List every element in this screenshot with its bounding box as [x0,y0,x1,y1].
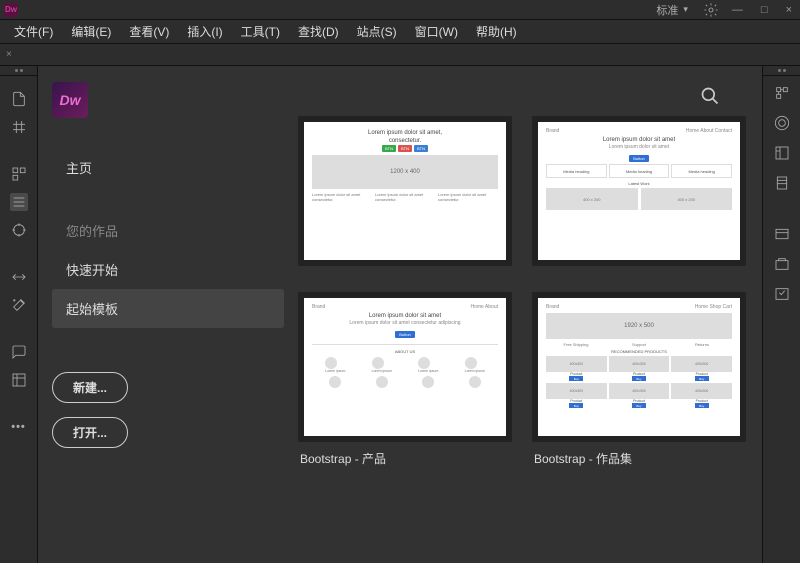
search-icon[interactable] [700,86,720,106]
new-button[interactable]: 新建... [52,372,128,403]
nav-home[interactable]: 主页 [52,148,298,187]
menu-file[interactable]: 文件(F) [6,21,61,42]
start-screen: Dw 主页 您的作品 快速开始 起始模板 新建... 打开... [38,66,762,563]
template-thumbnail: Lorem ipsum dolor sit amet, consectetur.… [298,116,512,266]
swap-icon[interactable] [10,268,28,286]
open-button[interactable]: 打开... [52,417,128,448]
thumb-text: Product [671,372,732,376]
behaviors-icon[interactable] [773,285,791,303]
thumb-text: 400 x 200 [546,188,638,210]
menu-insert[interactable]: 插入(I) [179,21,230,42]
wand-icon[interactable] [10,296,28,314]
thumb-text: 1200 x 400 [312,155,498,189]
dreamweaver-logo: Dw [52,82,88,118]
thumb-text: 1920 x 500 [546,313,732,339]
menu-tools[interactable]: 工具(T) [233,21,288,42]
app-icon: Dw [4,3,18,17]
template-card[interactable]: BrandHome About Lorem ipsum dolor sit am… [298,292,512,471]
thumb-text: 400 x 200 [641,188,733,210]
template-label [532,266,746,278]
target-icon[interactable] [10,221,28,239]
template-card[interactable]: BrandHome Shop Cart 1920 x 500 Free Ship… [532,292,746,471]
grid-icon[interactable] [10,371,28,389]
thumb-text: Latest Work [546,181,732,186]
snippets-icon[interactable] [773,225,791,243]
thumb-text: Product [609,372,670,376]
templates-panel: Lorem ipsum dolor sit amet, consectetur.… [298,66,762,563]
css-designer-icon[interactable] [773,84,791,102]
menu-site[interactable]: 站点(S) [349,21,405,42]
thumb-text: Lorem ipsum dolor sit amet [312,313,498,319]
minimize-button[interactable]: — [728,4,747,16]
thumb-text: ABOUT US [312,349,498,354]
thumb-text: Media heading [546,164,607,178]
template-label [298,266,512,278]
nav-starter-templates[interactable]: 起始模板 [52,289,284,328]
nav-your-work[interactable]: 您的作品 [52,211,298,250]
thumb-text: Product [671,399,732,403]
toolbar-close-icon[interactable]: × [6,49,12,60]
thumb-text: Product [546,399,607,403]
template-card[interactable]: Lorem ipsum dolor sit amet, consectetur.… [298,116,512,278]
template-card[interactable]: BrandHome About Contact Lorem ipsum dolo… [532,116,746,278]
start-sidebar: Dw 主页 您的作品 快速开始 起始模板 新建... 打开... [38,66,298,563]
file-icon[interactable] [10,90,28,108]
thumb-text: Lorem ipsum dolor sit amet [546,137,732,143]
list-icon[interactable] [10,193,28,211]
template-label: Bootstrap - 作品集 [532,442,746,471]
close-button[interactable]: × [782,4,796,16]
sync-settings-icon[interactable] [702,1,720,19]
left-tool-rail: ••• [0,66,38,563]
menubar: 文件(F) 编辑(E) 查看(V) 插入(I) 工具(T) 查找(D) 站点(S… [0,20,800,44]
menu-window[interactable]: 窗口(W) [407,21,466,42]
maximize-button[interactable]: □ [757,4,772,16]
thumb-text: Lorem ipsum dolor sit amet, [312,130,498,136]
comment-icon[interactable] [10,343,28,361]
expand-icon[interactable] [10,118,28,136]
menu-view[interactable]: 查看(V) [121,21,177,42]
thumb-text: Media heading [671,164,732,178]
thumb-text: Media heading [609,164,670,178]
template-label: Bootstrap - 产品 [298,442,512,471]
insert-panel-icon[interactable] [773,144,791,162]
more-tools-icon[interactable]: ••• [10,418,28,436]
template-thumbnail: BrandHome About Lorem ipsum dolor sit am… [298,292,512,442]
menu-find[interactable]: 查找(D) [290,21,347,42]
right-panel-rail [762,66,800,563]
thumb-text: consectetur. [312,138,498,144]
assets-icon[interactable] [773,255,791,273]
titlebar: Dw 标准 — □ × [0,0,800,20]
document-toolbar: × [0,44,800,66]
nav-quick-start[interactable]: 快速开始 [52,250,298,289]
menu-help[interactable]: 帮助(H) [468,21,525,42]
menu-edit[interactable]: 编辑(E) [63,21,119,42]
thumb-text: RECOMMENDED PRODUCTS [546,349,732,354]
files-panel-icon[interactable] [773,174,791,192]
thumb-text: Product [609,399,670,403]
cc-libraries-icon[interactable] [773,114,791,132]
dom-icon[interactable] [10,165,28,183]
thumb-text: Product [546,372,607,376]
template-thumbnail: BrandHome Shop Cart 1920 x 500 Free Ship… [532,292,746,442]
workspace-switcher[interactable]: 标准 [650,1,694,19]
template-thumbnail: BrandHome About Contact Lorem ipsum dolo… [532,116,746,266]
